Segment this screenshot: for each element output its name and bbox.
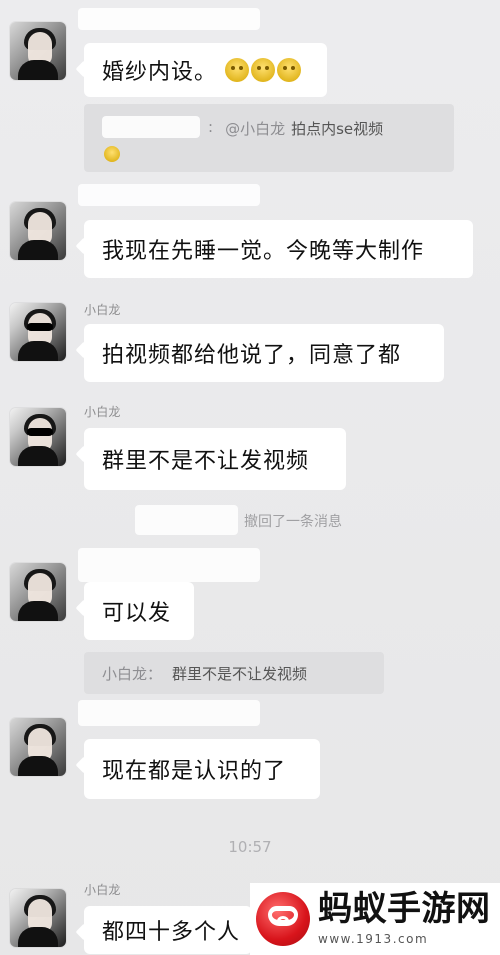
- avatar[interactable]: [10, 563, 66, 621]
- quote-separator: :: [208, 118, 214, 136]
- grin-emoji-icon: [225, 58, 250, 82]
- chat-window: 婚纱内设。 : @小白龙 拍点内se视频 我现在先睡一觉。今晚等大制作 小白龙 …: [0, 0, 500, 955]
- avatar[interactable]: [10, 408, 66, 466]
- avatar-body: [18, 927, 58, 947]
- avatar[interactable]: [10, 718, 66, 776]
- avatar-body: [18, 240, 58, 260]
- message-text: 婚纱内设。: [102, 60, 218, 85]
- cat-emoji-icon: [277, 58, 302, 82]
- message-bubble[interactable]: 群里不是不让发视频: [84, 428, 346, 490]
- quoted-message[interactable]: : @小白龙 拍点内se视频: [84, 104, 454, 172]
- message-bubble[interactable]: 拍视频都给他说了，同意了都: [84, 324, 444, 382]
- site-watermark: 蚂蚁手游网 www.1913.com: [250, 883, 500, 955]
- redacted-name-strip: [78, 548, 260, 582]
- redacted-name-strip: [78, 700, 260, 726]
- redacted-name-in-system: [135, 505, 238, 535]
- redacted-name-strip: [78, 8, 260, 30]
- ant-logo-icon: [256, 892, 310, 946]
- timestamp: 10:57: [228, 838, 272, 856]
- message-bubble[interactable]: 婚纱内设。: [84, 43, 327, 97]
- avatar-body: [18, 341, 58, 361]
- grin-emoji-icon: [251, 58, 276, 82]
- avatar-glasses: [27, 323, 53, 331]
- avatar-body: [18, 756, 58, 776]
- message-text: 现在都是认识的了: [102, 759, 287, 784]
- quoted-message[interactable]: 小白龙： 群里不是不让发视频: [84, 652, 384, 694]
- avatar[interactable]: [10, 889, 66, 947]
- watermark-title: 蚂蚁手游网: [318, 889, 491, 929]
- avatar-body: [18, 446, 58, 466]
- sender-name: 小白龙: [84, 883, 121, 897]
- message-text: 可以发: [102, 601, 172, 626]
- avatar[interactable]: [10, 202, 66, 260]
- message-bubble[interactable]: 现在都是认识的了: [84, 739, 320, 799]
- avatar[interactable]: [10, 22, 66, 80]
- system-text: 撤回了一条消息: [244, 514, 342, 530]
- sender-name: 小白龙: [84, 303, 121, 317]
- quote-text: 群里不是不让发视频: [172, 664, 308, 683]
- quote-prefix: 小白龙：: [102, 664, 163, 683]
- watermark-url: www.1913.com: [318, 932, 429, 946]
- message-text: 我现在先睡一觉。今晚等大制作: [102, 239, 425, 264]
- sender-name: 小白龙: [84, 405, 121, 419]
- avatar-body: [18, 601, 58, 621]
- message-bubble[interactable]: 我现在先睡一觉。今晚等大制作: [84, 220, 473, 278]
- message-text: 拍视频都给他说了，同意了都: [102, 343, 402, 368]
- message-text: 群里不是不让发视频: [102, 449, 310, 474]
- avatar[interactable]: [10, 303, 66, 361]
- message-bubble[interactable]: 可以发: [84, 582, 194, 640]
- quote-text: 拍点内se视频: [291, 120, 384, 138]
- smile-emoji-icon: [104, 146, 120, 162]
- watermark-text-group: 蚂蚁手游网 www.1913.com: [318, 892, 491, 946]
- quote-prefix: @小白龙: [225, 120, 286, 138]
- redacted-name-in-quote: [102, 116, 200, 138]
- redacted-name-strip: [78, 184, 260, 206]
- system-recall-message: 撤回了一条消息: [244, 511, 342, 531]
- avatar-body: [18, 60, 58, 80]
- message-bubble[interactable]: 都四十多个人: [84, 906, 252, 954]
- message-text: 都四十多个人: [102, 920, 241, 945]
- avatar-glasses: [27, 428, 53, 436]
